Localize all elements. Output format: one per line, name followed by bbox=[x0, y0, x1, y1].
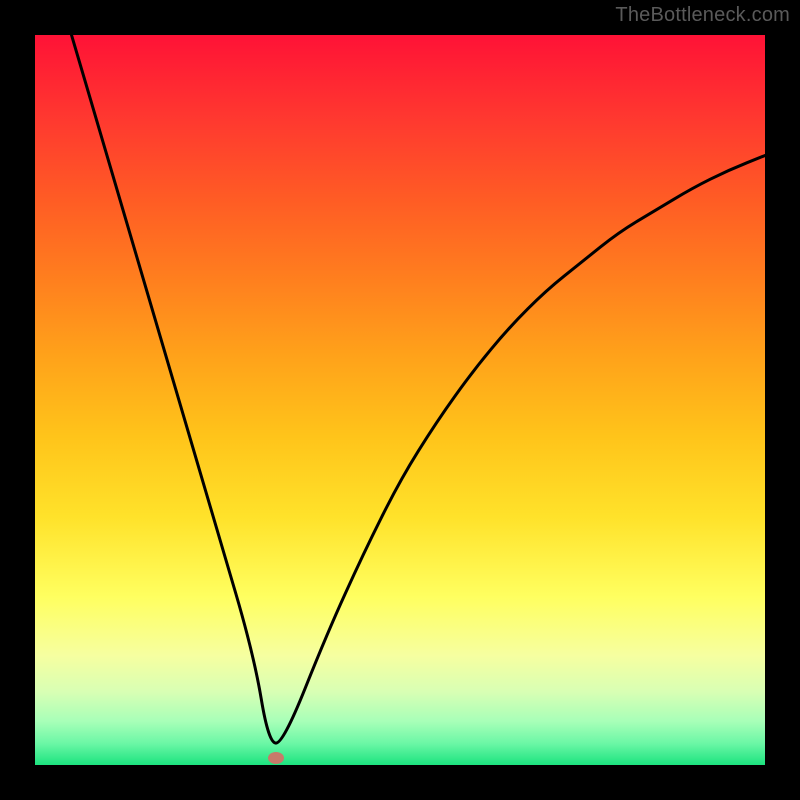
watermark-text: TheBottleneck.com bbox=[615, 4, 790, 27]
optimal-point-marker bbox=[268, 752, 284, 764]
plot-area bbox=[35, 35, 765, 765]
chart-frame: TheBottleneck.com bbox=[0, 0, 800, 800]
bottleneck-curve bbox=[35, 35, 765, 765]
